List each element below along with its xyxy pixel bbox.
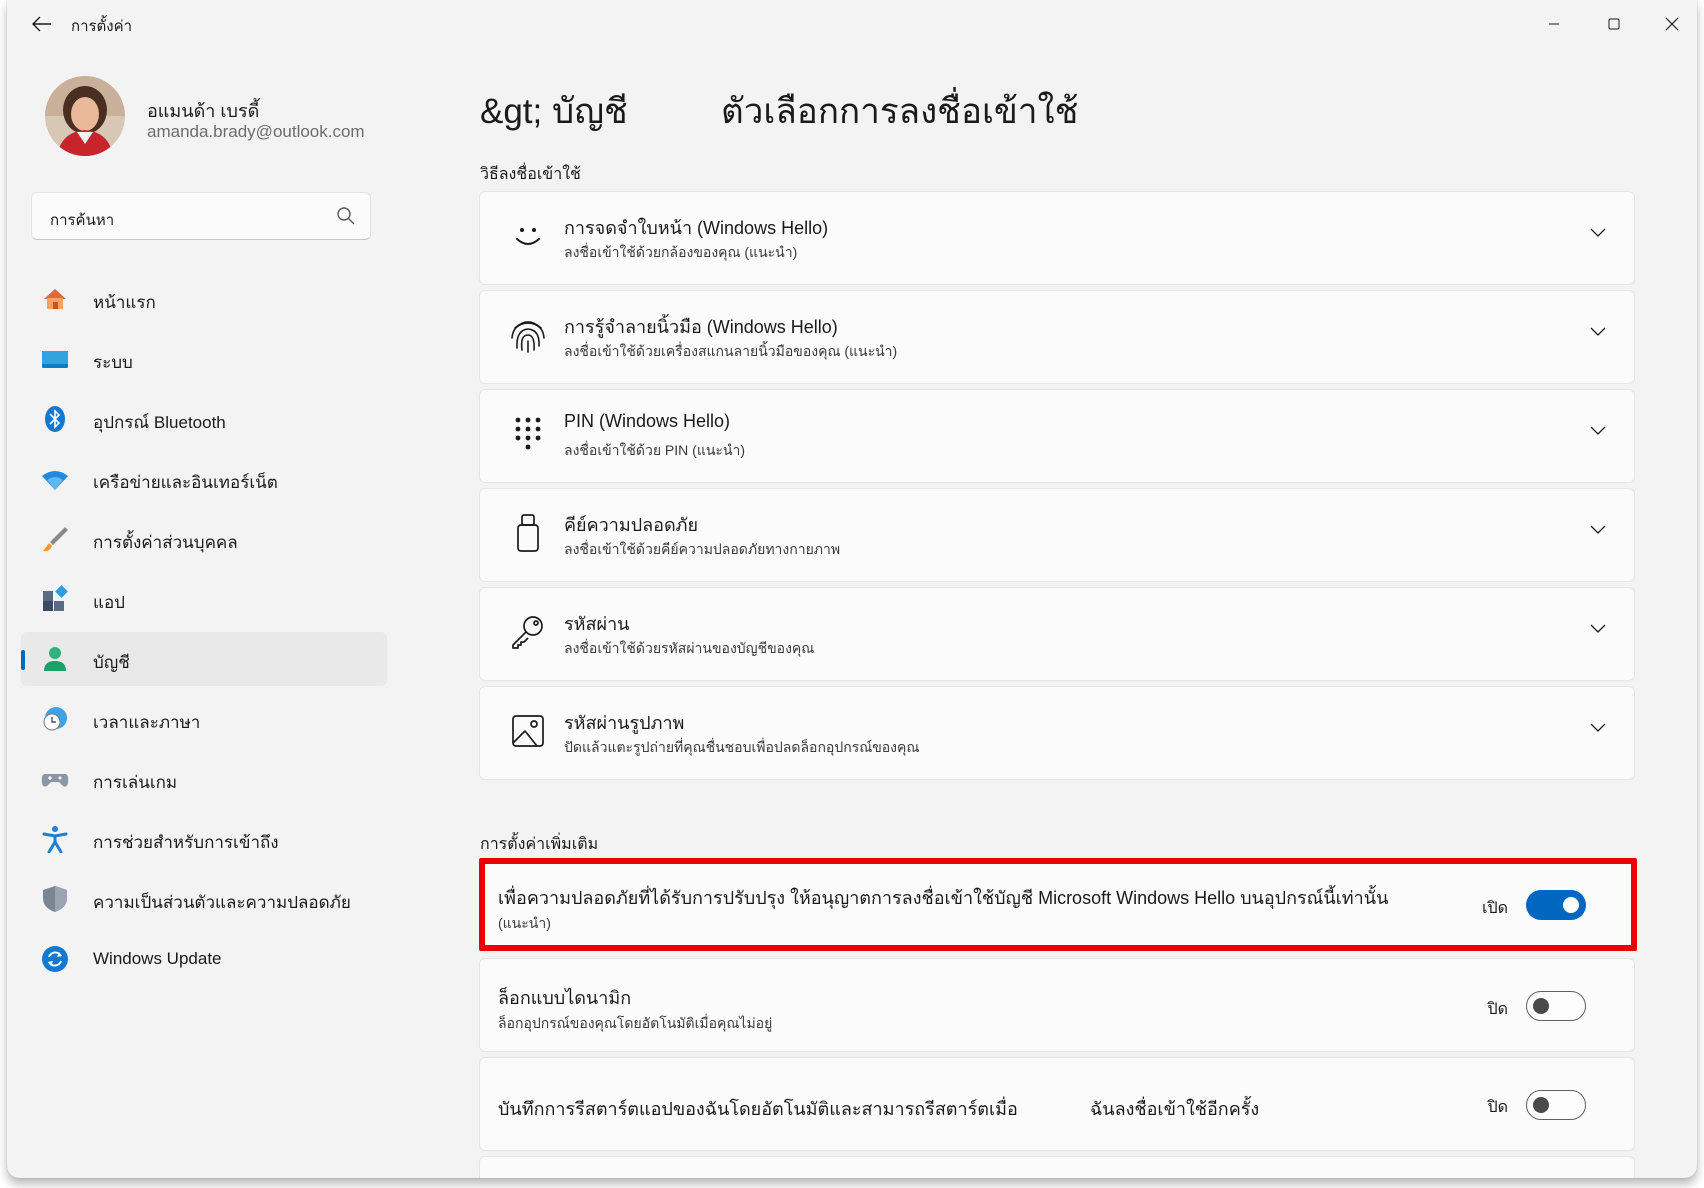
- brush-icon: [43, 527, 68, 552]
- time-language-icon: [43, 707, 67, 731]
- signin-section-label: วิธีลงชื่อเข้าใช้: [480, 166, 581, 183]
- picture-password-icon: [512, 715, 544, 747]
- password-key-icon: [512, 616, 543, 649]
- toggle-knob: [1533, 998, 1549, 1014]
- search-placeholder: การค้นหา: [50, 212, 115, 229]
- page-title: ตัวเลือกการลงชื่อเข้าใช้: [721, 92, 1079, 131]
- option-title: การจดจำใบหน้า (Windows Hello): [564, 218, 829, 238]
- option-title: รหัสผ่านรูปภาพ: [564, 713, 685, 733]
- sidebar-item-time-language[interactable]: เวลาและภาษา: [21, 692, 387, 746]
- sidebar-item-windows-update[interactable]: Windows Update: [21, 932, 387, 986]
- chevron-down-icon: [1590, 426, 1606, 435]
- signin-option-picture-password[interactable]: รหัสผ่านรูปภาพ ปัดแล้วแตะรูปถ่ายที่คุณชื…: [479, 686, 1635, 780]
- maximize-button[interactable]: [1591, 8, 1637, 40]
- setting-text: เพื่อความปลอดภัยที่ได้รับการปรับปรุง ให้…: [498, 888, 1389, 908]
- accessibility-icon: [42, 826, 68, 853]
- sidebar-item-bluetooth[interactable]: อุปกรณ์ Bluetooth: [21, 392, 387, 446]
- sidebar-nav: หน้าแรก ระบบ อุปกรณ์ Bluetooth เครือข่าย…: [21, 272, 387, 992]
- app-title: การตั้งค่า: [71, 18, 133, 35]
- maximize-icon: [1608, 18, 1620, 30]
- setting-windows-hello-only: เพื่อความปลอดภัยที่ได้รับการปรับปรุง ให้…: [479, 862, 1635, 947]
- account-icon: [44, 647, 66, 671]
- avatar: [45, 76, 125, 156]
- signin-option-fingerprint[interactable]: การรู้จำลายนิ้วมือ (Windows Hello) ลงชื่…: [479, 290, 1635, 384]
- option-title: PIN (Windows Hello): [564, 411, 731, 431]
- chevron-down-icon: [1590, 723, 1606, 732]
- security-key-icon: [517, 514, 539, 552]
- signin-option-face[interactable]: การจดจำใบหน้า (Windows Hello) ลงชื่อเข้า…: [479, 191, 1635, 285]
- setting-text: บันทึกการรีสตาร์ตแอปของฉันโดยอัตโนมัติแล…: [498, 1099, 1018, 1119]
- setting-subtext: (แนะนำ): [498, 915, 551, 931]
- sidebar-item-apps[interactable]: แอป: [21, 572, 387, 626]
- chevron-down-icon: [1590, 327, 1606, 336]
- option-subtitle: ลงชื่อเข้าใช้ด้วยเครื่องสแกนลายนิ้วมือขอ…: [564, 343, 898, 359]
- user-email: amanda.brady@outlook.com: [147, 122, 365, 141]
- toggle-knob: [1533, 1097, 1549, 1113]
- option-title: รหัสผ่าน: [564, 614, 630, 634]
- setting-dynamic-lock: ล็อกแบบไดนามิก ล็อกอุปกรณ์ของคุณโดยอัตโน…: [479, 958, 1635, 1052]
- signin-option-pin[interactable]: PIN (Windows Hello) ลงชื่อเข้าใช้ด้วย PI…: [479, 389, 1635, 483]
- pin-keypad-icon: [515, 417, 541, 450]
- option-subtitle: ปัดแล้วแตะรูปถ่ายที่คุณชื่นชอบเพื่อปลดล็…: [564, 739, 920, 755]
- chevron-down-icon: [1590, 228, 1606, 237]
- user-name: อแมนด้า เบรดี้: [147, 101, 260, 121]
- sidebar-item-system[interactable]: ระบบ: [21, 332, 387, 386]
- home-icon: [44, 289, 66, 309]
- windows-update-icon: [42, 946, 68, 972]
- additional-section-label: การตั้งค่าเพิ่มเติม: [480, 836, 599, 853]
- system-icon: [42, 351, 68, 368]
- setting-text: ล็อกแบบไดนามิก: [498, 988, 632, 1008]
- wifi-icon: [42, 471, 68, 490]
- setting-text-continued: ฉันลงชื่อเข้าใช้อีกครั้ง: [1090, 1099, 1260, 1119]
- active-indicator: [21, 650, 25, 670]
- option-subtitle: ลงชื่อเข้าใช้ด้วยกล้องของคุณ (แนะนำ): [564, 244, 798, 260]
- search-icon: [337, 207, 355, 225]
- signin-option-security-key[interactable]: คีย์ความปลอดภัย ลงชื่อเข้าใช้ด้วยคีย์ควา…: [479, 488, 1635, 582]
- dynamic-lock-toggle[interactable]: [1526, 991, 1586, 1021]
- sidebar-item-gaming[interactable]: การเล่นเกม: [21, 752, 387, 806]
- sidebar-item-personalization[interactable]: การตั้งค่าส่วนบุคคล: [21, 512, 387, 566]
- toggle-state-label: ปิด: [1487, 1099, 1508, 1116]
- shield-icon: [43, 886, 67, 912]
- back-arrow-icon: [32, 16, 51, 32]
- gaming-icon: [41, 774, 69, 787]
- setting-row-partial: [479, 1156, 1635, 1178]
- minimize-button[interactable]: [1531, 8, 1577, 40]
- face-icon: [516, 228, 540, 245]
- restart-apps-toggle[interactable]: [1526, 1090, 1586, 1120]
- windows-hello-only-toggle[interactable]: [1526, 890, 1586, 920]
- sidebar-item-privacy[interactable]: ความเป็นส่วนตัวและความปลอดภัย: [21, 872, 387, 926]
- settings-window: การตั้งค่า อแมนด้า เบรดี้ amanda.brady@o…: [7, 0, 1697, 1178]
- toggle-knob: [1563, 897, 1579, 913]
- fingerprint-icon: [511, 321, 545, 353]
- breadcrumb[interactable]: &gt; บัญชี: [480, 84, 628, 139]
- toggle-state-label: เปิด: [1481, 900, 1508, 917]
- chevron-down-icon: [1590, 624, 1606, 633]
- sidebar-item-accounts[interactable]: บัญชี: [21, 632, 387, 686]
- close-button[interactable]: [1649, 8, 1695, 40]
- option-title: การรู้จำลายนิ้วมือ (Windows Hello): [564, 317, 838, 337]
- apps-icon: [43, 585, 68, 611]
- option-subtitle: ลงชื่อเข้าใช้ด้วยรหัสผ่านของบัญชีของคุณ: [564, 640, 815, 656]
- title-bar: การตั้งค่า: [7, 0, 1697, 48]
- setting-restart-apps: บันทึกการรีสตาร์ตแอปของฉันโดยอัตโนมัติแล…: [479, 1057, 1635, 1151]
- signin-option-password[interactable]: รหัสผ่าน ลงชื่อเข้าใช้ด้วยรหัสผ่านของบัญ…: [479, 587, 1635, 681]
- sidebar-item-network[interactable]: เครือข่ายและอินเทอร์เน็ต: [21, 452, 387, 506]
- back-button[interactable]: [25, 10, 59, 38]
- chevron-down-icon: [1590, 525, 1606, 534]
- sidebar-item-home[interactable]: หน้าแรก: [21, 272, 387, 326]
- option-title: คีย์ความปลอดภัย: [564, 515, 699, 535]
- setting-subtext: ล็อกอุปกรณ์ของคุณโดยอัตโนมัติเมื่อคุณไม่…: [498, 1015, 773, 1031]
- option-subtitle: ลงชื่อเข้าใช้ด้วยคีย์ความปลอดภัยทางกายภา…: [564, 541, 841, 557]
- minimize-icon: [1549, 23, 1559, 25]
- close-icon: [1665, 17, 1679, 31]
- search-input[interactable]: การค้นหา: [31, 192, 371, 240]
- option-subtitle: ลงชื่อเข้าใช้ด้วย PIN (แนะนำ): [564, 442, 746, 458]
- toggle-state-label: ปิด: [1487, 1001, 1508, 1018]
- bluetooth-icon: [45, 406, 65, 432]
- sidebar-item-accessibility[interactable]: การช่วยสำหรับการเข้าถึง: [21, 812, 387, 866]
